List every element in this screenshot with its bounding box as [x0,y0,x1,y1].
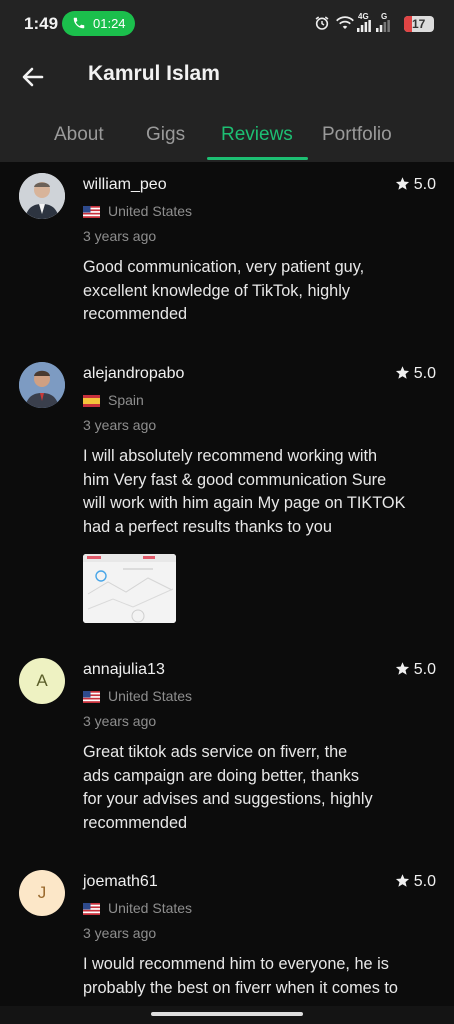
review-text-line: I would recommend him to everyone, he is [83,955,389,973]
us-flag-icon [83,691,100,703]
reviewer-username[interactable]: alejandropabo [83,365,184,383]
battery-icon: 17 [404,16,434,32]
attachment-image [83,554,176,623]
rating-value: 5.0 [413,365,436,382]
review-text-line: recommended [83,813,188,832]
us-flag-icon [83,206,100,218]
status-time: 1:49 [24,14,59,33]
review-text-line: for your advises and suggestions, highly [83,790,373,808]
page-title: Kamrul Islam [88,62,220,85]
reviewer-username[interactable]: william_peo [83,176,167,194]
review-attachment-thumbnail[interactable] [83,554,176,623]
tab-about[interactable]: About [54,124,104,146]
reviewer-country: United States [108,688,193,704]
alarm-icon [315,16,329,30]
system-navigation-bar [0,1006,454,1024]
status-icons: 4G G 17 [314,12,434,34]
spain-flag-icon [83,395,100,407]
review-text: Good communication, very patient guy, ex… [83,256,439,327]
user-photo [19,362,65,408]
review-time: 3 years ago [83,713,157,729]
rating-value: 5.0 [413,873,436,890]
star-icon [395,366,409,379]
status-bar: 1:49 01:24 4G G 17 [0,0,454,48]
review-rating: 5.0 [395,661,436,679]
review-text-line: Great tiktok ads service on fiverr, the [83,743,348,761]
tab-portfolio[interactable]: Portfolio [322,124,392,146]
review-text-line: had a perfect results thanks to you [83,517,332,536]
review-text: I will absolutely recommend working with… [83,445,439,539]
review-text-line: Good communication, very patient guy, [83,258,365,276]
avatar[interactable]: A [19,658,65,704]
star-icon [395,874,409,887]
review-text-line: recommended [83,305,188,323]
tab-reviews[interactable]: Reviews [221,124,293,146]
user-photo [19,173,65,219]
rating-value: 5.0 [413,176,436,193]
wifi-icon [336,16,354,29]
review-text-line: will work with him again My page on TIKT… [83,494,406,512]
review-time: 3 years ago [83,417,157,433]
review-text-line: him Very fast & good communication Sure [83,470,387,489]
arrow-left-icon [22,67,44,87]
signal-icon-2 [376,20,390,32]
us-flag-icon [83,903,100,915]
review-text-line: probably the best on fiverr when it come… [83,978,398,997]
review-rating: 5.0 [395,365,436,383]
review-rating: 5.0 [395,873,436,891]
phone-icon [73,17,85,29]
review-text-line: I will absolutely recommend working with [83,447,378,465]
app-header: Kamrul Islam About Gigs Reviews Portfoli… [0,48,454,162]
avatar[interactable] [19,173,65,219]
review-text: I would recommend him to everyone, he is… [83,953,439,1000]
signal-icon [357,20,371,32]
home-gesture-handle[interactable] [151,1012,303,1016]
review-time: 3 years ago [83,925,157,941]
reviewer-country: United States [108,203,193,219]
ongoing-call-pill[interactable]: 01:24 [62,11,135,36]
avatar[interactable] [19,362,65,408]
active-tab-indicator [207,157,308,160]
reviewer-username[interactable]: annajulia13 [83,661,165,679]
reviewer-username[interactable]: joemath61 [83,873,158,891]
review-time: 3 years ago [83,228,157,244]
star-icon [395,662,409,675]
tab-gigs[interactable]: Gigs [146,124,185,146]
review-text-line: ads campaign are doing better, thanks [83,766,360,785]
call-timer: 01:24 [93,16,126,31]
back-button[interactable] [16,60,50,94]
review-text-line: excellent knowledge of TikTok, highly [83,281,350,300]
reviews-list[interactable]: william_peo 5.0 United States 3 years ag… [0,162,454,1006]
rating-value: 5.0 [413,661,436,678]
battery-level: 17 [412,17,426,31]
reviewer-country: United States [108,900,193,916]
avatar[interactable]: J [19,870,65,916]
reviewer-country: Spain [108,392,144,408]
review-rating: 5.0 [395,176,436,194]
star-icon [395,177,409,190]
review-text: Great tiktok ads service on fiverr, the … [83,741,439,835]
